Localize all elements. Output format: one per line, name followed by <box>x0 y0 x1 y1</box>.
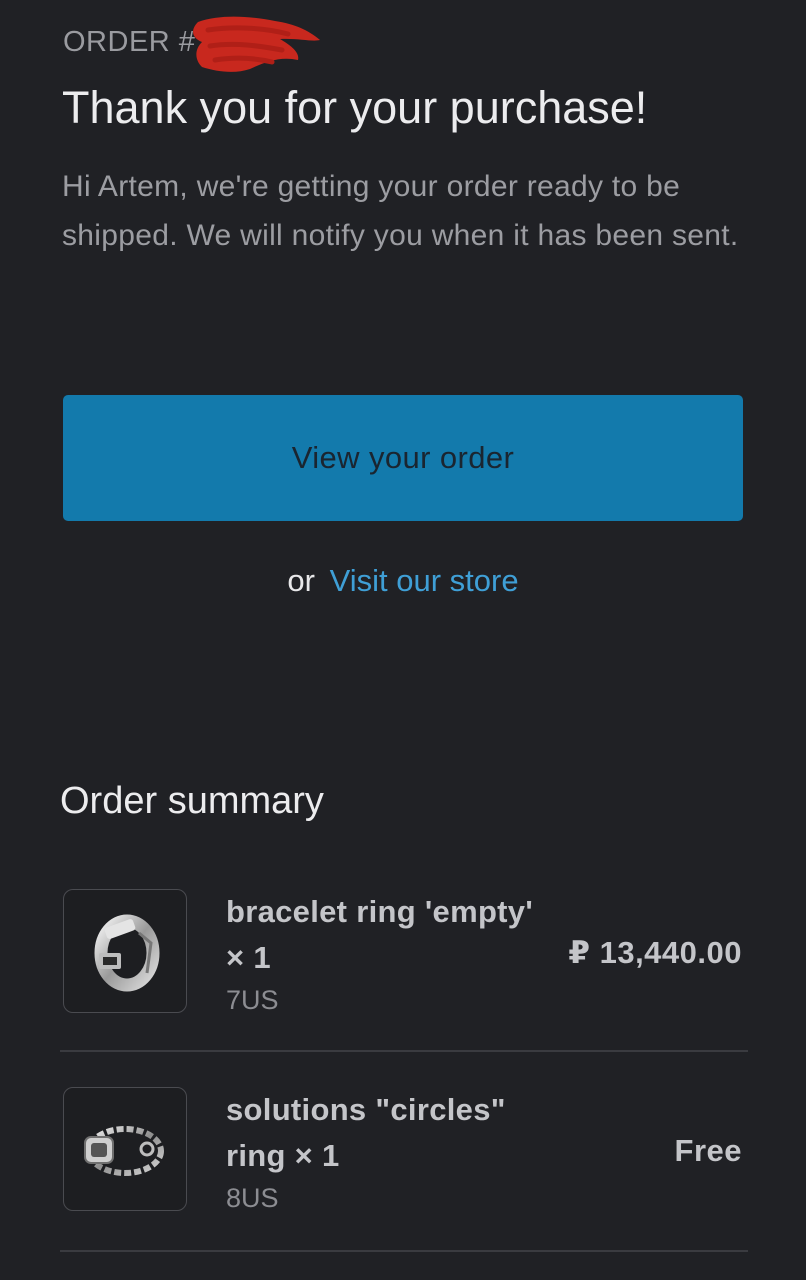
page-title: Thank you for your purchase! <box>62 82 648 133</box>
item-price: Free <box>674 1133 742 1168</box>
item-divider <box>60 1050 748 1052</box>
view-order-button[interactable]: View your order <box>63 395 743 521</box>
order-label-text: ORDER # <box>63 26 196 58</box>
ring-product-image <box>94 914 160 992</box>
line-item: solutions "circles" ring × 1 8US Free <box>60 1087 748 1215</box>
order-number-label: ORDER # <box>63 26 195 59</box>
item-variant: 7US <box>226 985 279 1015</box>
item-variant: 8US <box>226 1183 279 1213</box>
redaction-scribble <box>193 16 320 72</box>
product-image[interactable] <box>63 889 187 1013</box>
order-summary-heading: Order summary <box>60 780 324 822</box>
chain-ring-product-image <box>84 1126 164 1176</box>
item-name: solutions "circles" ring × 1 <box>226 1092 506 1173</box>
item-divider <box>60 1250 748 1252</box>
item-name: bracelet ring 'empty' × 1 <box>226 894 534 975</box>
item-price: ₽ 13,440.00 <box>568 935 742 970</box>
product-image[interactable] <box>63 1087 187 1211</box>
order-status-message: Hi Artem, we're getting your order ready… <box>62 170 739 252</box>
store-link-line: or Visit our store <box>0 563 806 599</box>
visit-store-link[interactable]: Visit our store <box>330 563 519 598</box>
or-text: or <box>287 563 315 598</box>
line-item: bracelet ring 'empty' × 1 7US ₽ 13,440.0… <box>60 889 748 1017</box>
